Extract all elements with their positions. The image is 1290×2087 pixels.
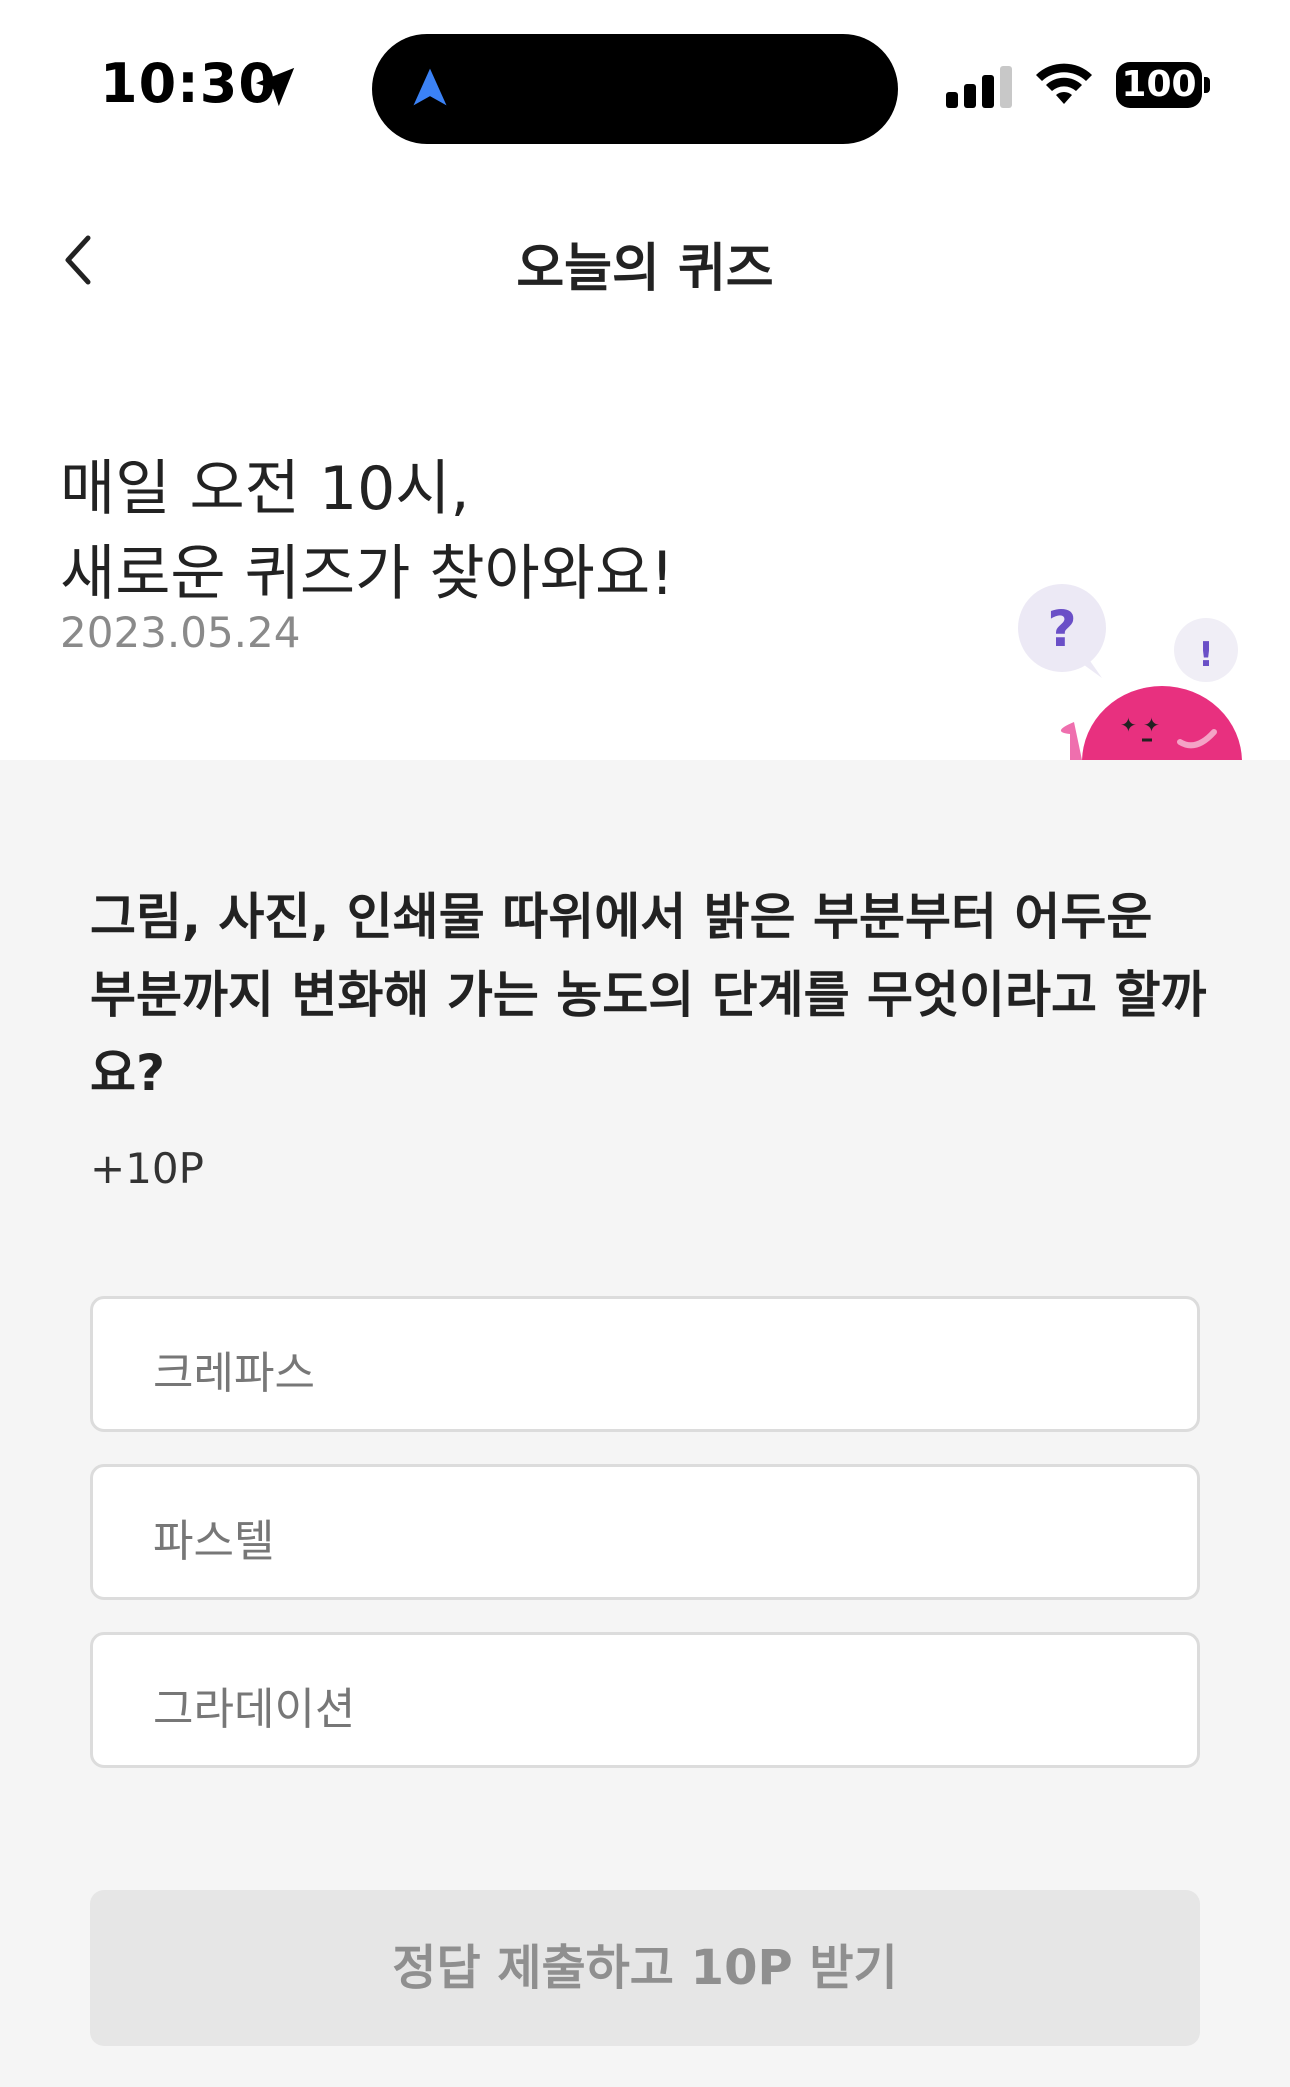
answer-option-1[interactable]: 크레파스 — [90, 1296, 1200, 1432]
quiz-question: 그림, 사진, 인쇄물 따위에서 밝은 부분부터 어두운 부분까지 변화해 가는… — [90, 888, 1207, 1102]
battery-indicator: 100 — [1116, 62, 1202, 108]
hero-headline-line2: 새로운 퀴즈가 찾아와요! — [60, 539, 675, 609]
reward-points: +10P — [90, 1144, 204, 1193]
wifi-icon — [1036, 63, 1092, 104]
hero-headline-line1: 매일 오전 10시, — [60, 454, 470, 524]
answer-option-label: 그라데이션 — [153, 1684, 356, 1735]
battery-tip — [1204, 77, 1210, 93]
app-header: 오늘의 퀴즈 — [0, 200, 1290, 320]
quiz-date: 2023.05.24 — [60, 608, 301, 657]
status-time: 10:30 — [100, 52, 277, 115]
page-title: 오늘의 퀴즈 — [516, 239, 774, 299]
hero-section: 매일 오전 10시, 새로운 퀴즈가 찾아와요! 2023.05.24 ? ! … — [0, 320, 1290, 760]
mascot-character-illustration: ? ! ✦ ✦ — [1018, 584, 1242, 760]
location-arrow-icon — [255, 67, 295, 107]
quiz-content: 그림, 사진, 인쇄물 따위에서 밝은 부분부터 어두운 부분까지 변화해 가는… — [0, 760, 1290, 2087]
status-bar: 10:30 100 — [0, 0, 1290, 150]
answer-option-label: 크레파스 — [153, 1348, 315, 1399]
navigation-icon — [413, 68, 447, 106]
answer-option-2[interactable]: 파스텔 — [90, 1464, 1200, 1600]
mascot-question-mark: ? — [1047, 600, 1076, 658]
answer-option-3[interactable]: 그라데이션 — [90, 1632, 1200, 1768]
dynamic-island — [372, 34, 898, 144]
cellular-signal-icon — [946, 66, 1012, 108]
submit-answer-button[interactable]: 정답 제출하고 10P 받기 — [90, 1890, 1200, 2046]
svg-text:✦ ✦: ✦ ✦ — [1120, 713, 1160, 737]
mascot-exclaim-mark: ! — [1198, 635, 1214, 675]
answer-option-label: 파스텔 — [153, 1516, 275, 1567]
